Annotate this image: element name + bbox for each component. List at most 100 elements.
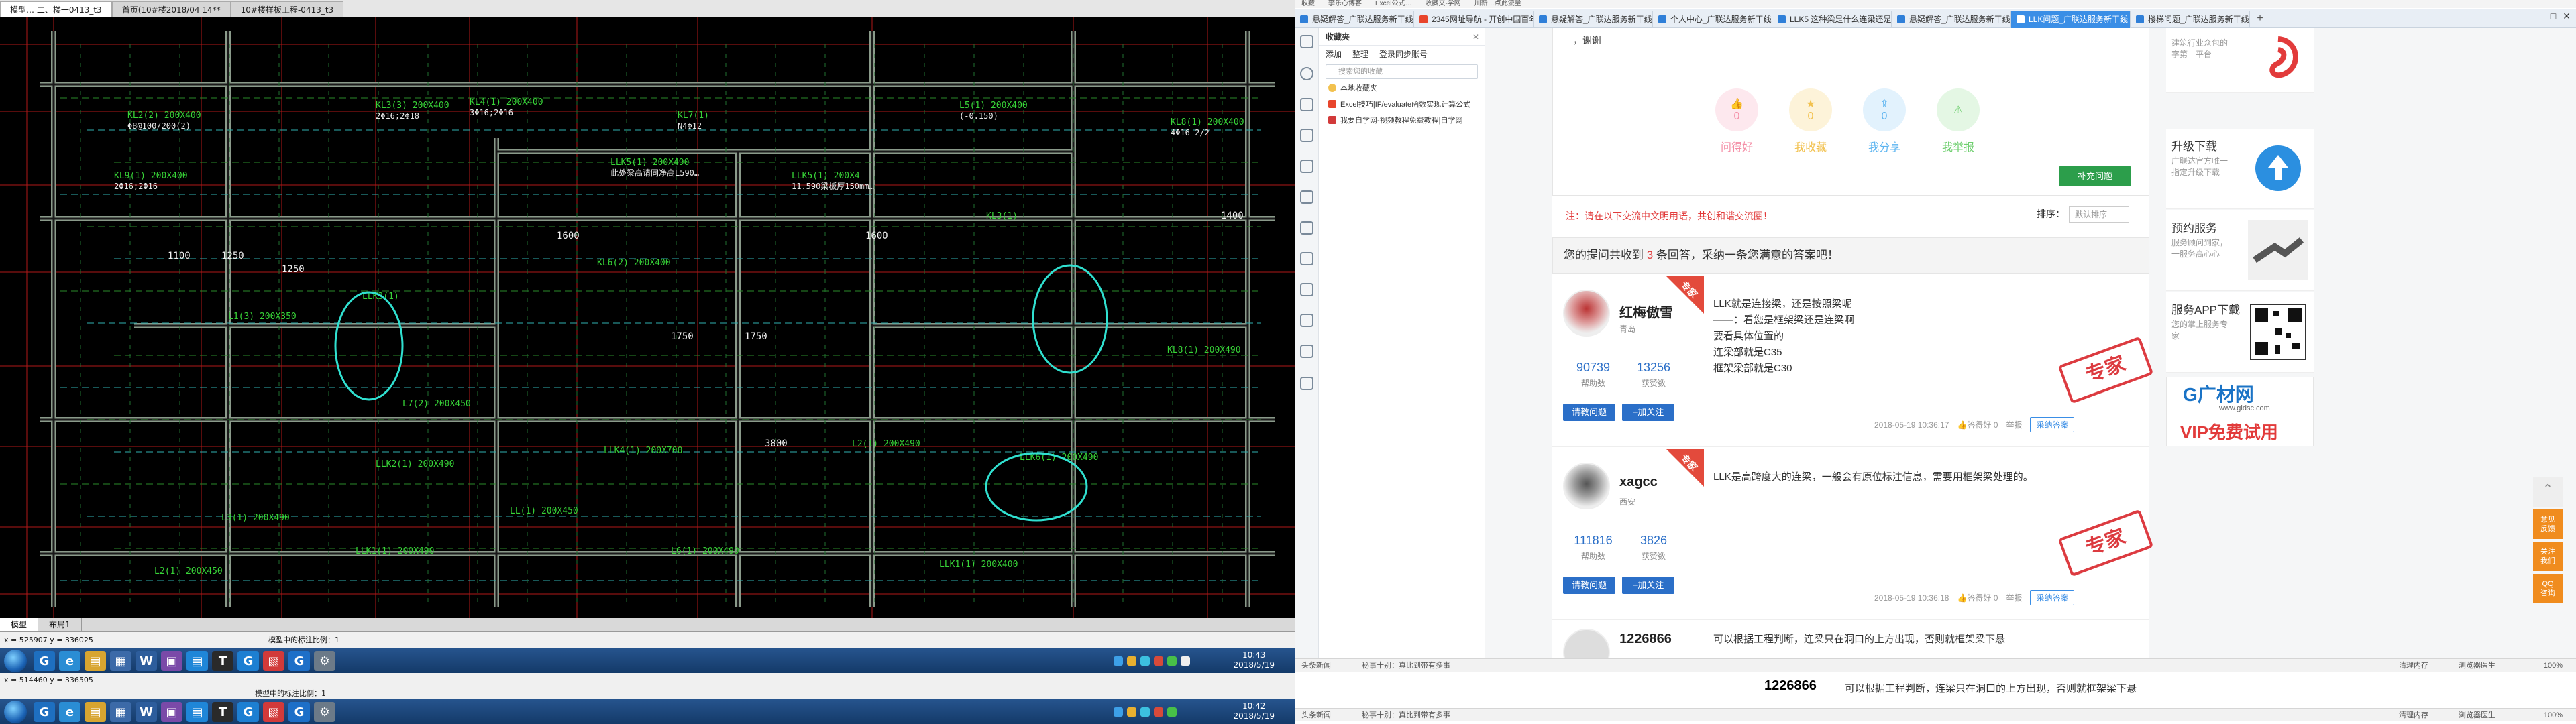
history-icon[interactable] — [1300, 67, 1313, 80]
tray-icon-5[interactable] — [1167, 656, 1177, 666]
browser-doctor-button-2[interactable]: 浏览器医生 — [2459, 709, 2496, 722]
feedback-button[interactable]: 意见 反馈 — [2533, 509, 2563, 539]
app5-icon-2[interactable]: ▧ — [263, 702, 284, 722]
adopt-answer-button[interactable]: 采纳答案 — [2030, 417, 2075, 432]
app3-icon[interactable]: ▤ — [186, 651, 208, 671]
game-icon[interactable] — [1300, 252, 1313, 265]
fav-folder[interactable]: 本地收藏夹 — [1319, 80, 1485, 97]
app6-icon[interactable]: ⚙ — [314, 651, 335, 671]
cad-tab-3[interactable]: 10#楼样板工程-0413_t3 — [230, 1, 344, 17]
app-icon[interactable]: ▦ — [110, 651, 131, 671]
cad-drawing[interactable]: KL2(2) 200X400Φ8@100/200(2) KL3(3) 200X40… — [0, 17, 1295, 618]
good-answer-button[interactable]: 👍答得好 0 — [1957, 419, 1998, 430]
close-tab-icon[interactable]: × — [2121, 11, 2126, 28]
close-window-icon[interactable]: ✕ — [2563, 11, 2571, 22]
tray-icon-2[interactable] — [1127, 656, 1136, 666]
report-link[interactable]: 举报 — [2006, 592, 2022, 603]
new-tab-icon[interactable]: + — [2250, 9, 2270, 27]
close-favorites-icon[interactable]: ✕ — [1472, 28, 1479, 46]
avatar[interactable] — [1563, 463, 1610, 509]
sidebar-appointment[interactable]: 预约服务 服务顾问到家， 一服务高心心 — [2166, 210, 2314, 291]
tray-icon-5b[interactable] — [1167, 707, 1177, 717]
start-button-2[interactable] — [4, 701, 27, 723]
more-icon[interactable] — [1300, 345, 1313, 358]
folder-icon[interactable]: ▤ — [85, 651, 106, 671]
ie-icon[interactable]: e — [59, 651, 80, 671]
ask-question-button[interactable]: 请教问题 — [1563, 577, 1615, 594]
cad-app-icon-2[interactable]: T — [212, 702, 233, 722]
volume-icon[interactable] — [1181, 656, 1190, 666]
bookmark-4[interactable]: 收藏夹-学网 — [1425, 0, 1460, 8]
tray-icon-3b[interactable] — [1140, 707, 1150, 717]
cad-app-icon[interactable]: T — [212, 651, 233, 671]
word-icon-2[interactable]: W — [136, 702, 157, 722]
tray-icon-1[interactable] — [1114, 656, 1123, 666]
react-share[interactable]: ⇪ 0 我分享 — [1862, 88, 1907, 154]
fav-organize-button[interactable]: 整理 — [1352, 46, 1368, 63]
zoom-level[interactable]: 100% — [2544, 659, 2563, 672]
ask-question-button[interactable]: 请教问题 — [1563, 404, 1615, 421]
sidebar-crowdsource[interactable]: 建筑行业众包的 字第一平台 — [2166, 28, 2314, 93]
headline-news-label[interactable]: 头条新闻 — [1301, 659, 1331, 672]
video-icon[interactable] — [1300, 283, 1313, 296]
note-icon[interactable] — [1300, 221, 1313, 235]
folder-icon-2[interactable]: ▤ — [85, 702, 106, 722]
tool-icon[interactable] — [1300, 314, 1313, 327]
favorites-search-input[interactable]: 搜索您的收藏 — [1326, 64, 1478, 79]
tray-icon-3[interactable] — [1140, 656, 1150, 666]
layout-tab-model[interactable]: 模型 — [0, 618, 39, 631]
mail-icon[interactable] — [1300, 160, 1313, 173]
browser2-icon-2[interactable]: G — [288, 702, 310, 722]
good-answer-button[interactable]: 👍答得好 0 — [1957, 592, 1998, 603]
react-good[interactable]: 👍 0 问得好 — [1714, 88, 1760, 154]
news-ticker-2[interactable]: 秘事十别：真比到带有多事 — [1362, 709, 1450, 722]
tray-icon-4b[interactable] — [1154, 707, 1163, 717]
zoom-level-2[interactable]: 100% — [2544, 709, 2563, 722]
sidebar-app-download[interactable]: 服务APP下载 您的掌上服务专 家 — [2166, 292, 2314, 373]
browser-tab-active[interactable]: LLK问题_广联达服务新干线 × — [2011, 11, 2131, 28]
follow-button[interactable]: +加关注 — [1622, 577, 1674, 594]
report-link[interactable]: 举报 — [2006, 419, 2022, 430]
vip-ad-banner[interactable]: G广材网 www.gldsc.com VIP免费试用 — [2166, 377, 2314, 446]
browser-tab[interactable]: 悬疑解答_广联达服务新干线 — [1295, 11, 1414, 28]
browser-tab[interactable]: 悬疑解答_广联达服务新干线 — [1534, 11, 1653, 28]
cad-tab-1[interactable]: 模型… 二、楼一0413_t3 — [0, 1, 112, 17]
fav-sync-button[interactable]: 登录同步账号 — [1379, 46, 1428, 63]
supplement-question-button[interactable]: 补充问题 — [2059, 166, 2131, 186]
minimize-icon[interactable]: — — [2534, 11, 2544, 22]
weibo-icon[interactable] — [1300, 129, 1313, 142]
app-store-icon[interactable] — [1300, 190, 1313, 204]
answer-username[interactable]: 红梅傲雪 — [1619, 302, 1673, 321]
clean-memory-button-2[interactable]: 清理内存 — [2399, 709, 2428, 722]
ie-icon-2[interactable]: e — [59, 702, 80, 722]
app2-icon-2[interactable]: ▣ — [161, 702, 182, 722]
sidebar-upgrade[interactable]: 升级下载 广联达官方唯一 指定升级下载 — [2166, 129, 2314, 209]
browser-tab[interactable]: 楼梯问题_广联达服务新干线 — [2131, 11, 2250, 28]
browser-icon[interactable]: G — [34, 651, 55, 671]
headline-news-label-2[interactable]: 头条新闻 — [1301, 709, 1331, 722]
qq-consult-button[interactable]: QQ 咨询 — [2533, 574, 2563, 603]
clock[interactable]: 10:43 2018/5/19 — [1233, 650, 1275, 670]
react-favorite[interactable]: ★ 0 我收藏 — [1788, 88, 1833, 154]
follow-button[interactable]: +加关注 — [1622, 404, 1674, 421]
follow-us-button[interactable]: 关注 我们 — [2533, 542, 2563, 571]
layout-tab-layout1[interactable]: 布局1 — [38, 618, 82, 631]
app4-icon-2[interactable]: G — [237, 702, 259, 722]
browser-tab[interactable]: 个人中心_广联达服务新干线 — [1653, 11, 1772, 28]
fav-item[interactable]: 我要自学网-视频教程免费教程|自学网 — [1319, 113, 1485, 129]
answer-username[interactable]: 1226866 — [1619, 631, 1672, 647]
settings-icon[interactable] — [1300, 377, 1313, 390]
browser-tab[interactable]: LLK5 这种梁是什么连梁还是… — [1772, 11, 1892, 28]
bookmark-2[interactable]: 李乐心博客 — [1328, 0, 1362, 8]
avatar[interactable] — [1563, 629, 1610, 658]
maximize-icon[interactable]: □ — [2551, 11, 2556, 22]
browser2-icon[interactable]: G — [288, 651, 310, 671]
app4-icon[interactable]: G — [237, 651, 259, 671]
tray-icon-4[interactable] — [1154, 656, 1163, 666]
cad-tab-2[interactable]: 首页(10#楼2018/04 14** — [111, 1, 231, 17]
star-icon[interactable] — [1300, 35, 1313, 48]
news-ticker[interactable]: 秘事十别：真比到带有多事 — [1362, 659, 1450, 672]
back-to-top-icon[interactable]: ⌃ — [2533, 477, 2563, 507]
cad-command-line[interactable]: x = 525907 y = 336025 模型中的标注比例：1 — [0, 631, 1295, 648]
clock-2[interactable]: 10:42 2018/5/19 — [1233, 701, 1275, 721]
